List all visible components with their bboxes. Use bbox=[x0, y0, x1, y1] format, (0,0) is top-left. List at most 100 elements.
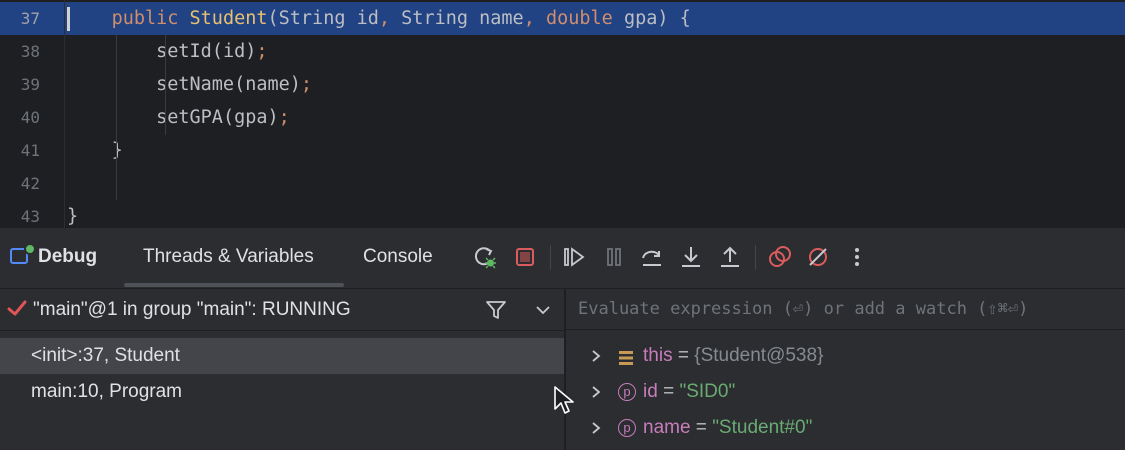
indent-guide bbox=[116, 35, 117, 200]
code-line[interactable]: 41 } bbox=[0, 134, 1125, 167]
toolbar-separator bbox=[550, 245, 551, 270]
variable-value: {Student@538} bbox=[694, 345, 824, 366]
stack-frame-label: main:10, Program bbox=[31, 381, 183, 402]
gutter-divider bbox=[64, 0, 65, 228]
variables-panel: this = {Student@538} p id = "SID0" p name = … bbox=[566, 289, 1125, 450]
code-token: } bbox=[111, 140, 123, 161]
variable-name: name bbox=[643, 417, 691, 438]
code-line[interactable]: 38 setId(id); bbox=[0, 35, 1125, 68]
code-line-current[interactable]: 37 public Student(String id, String name… bbox=[0, 2, 1125, 35]
code-line[interactable]: 42 bbox=[0, 167, 1125, 200]
code-token: (id) bbox=[211, 41, 257, 62]
field-list-icon bbox=[616, 345, 638, 367]
line-number[interactable]: 37 bbox=[0, 2, 40, 35]
code-token: id bbox=[345, 8, 379, 29]
code-editor[interactable]: 37 public Student(String id, String name… bbox=[0, 0, 1125, 228]
rerun-button[interactable] bbox=[470, 242, 500, 272]
chevron-right-icon[interactable] bbox=[588, 348, 604, 364]
line-number[interactable]: 39 bbox=[0, 68, 40, 101]
code-token: double bbox=[545, 8, 613, 29]
code-text: setId(id); bbox=[67, 35, 268, 68]
code-token: (name) bbox=[234, 74, 301, 95]
step-out-icon bbox=[721, 246, 739, 267]
stack-frame-item[interactable]: <init>:37, Student bbox=[0, 338, 564, 374]
parameter-badge: p bbox=[618, 383, 636, 401]
code-token: public bbox=[111, 8, 190, 29]
code-token: , bbox=[378, 8, 402, 29]
chevron-right-icon[interactable] bbox=[588, 420, 604, 436]
code-token: (gpa) bbox=[222, 107, 279, 128]
code-token: setName bbox=[156, 74, 235, 95]
pause-button[interactable] bbox=[599, 242, 629, 272]
code-line[interactable]: 40 setGPA(gpa); bbox=[0, 101, 1125, 134]
debug-toolbar: Debug Threads & Variables Console bbox=[0, 228, 1125, 289]
line-number[interactable]: 40 bbox=[0, 101, 40, 134]
line-number[interactable]: 42 bbox=[0, 167, 40, 200]
pause-icon bbox=[607, 248, 621, 266]
mute-breakpoints-button[interactable] bbox=[803, 242, 833, 272]
code-line[interactable]: 43} bbox=[0, 200, 1125, 228]
line-number[interactable]: 38 bbox=[0, 35, 40, 68]
view-breakpoints-button[interactable] bbox=[765, 242, 795, 272]
line-number[interactable]: 41 bbox=[0, 134, 40, 167]
code-text: public Student(String id, String name, d… bbox=[67, 2, 691, 35]
active-tab-indicator bbox=[124, 283, 344, 287]
code-token: setGPA bbox=[156, 107, 223, 128]
checkmark-icon bbox=[7, 300, 27, 316]
variable-item[interactable]: p name = "Student#0" bbox=[566, 410, 1125, 446]
evaluate-expression-input[interactable] bbox=[566, 289, 1125, 330]
variable-equals: = bbox=[690, 417, 713, 438]
code-text: setName(name); bbox=[67, 68, 312, 101]
variable-name: this bbox=[643, 345, 673, 366]
step-over-button[interactable] bbox=[637, 242, 667, 272]
stop-icon bbox=[516, 248, 534, 266]
debug-title-label: Debug bbox=[38, 246, 98, 267]
step-out-button[interactable] bbox=[715, 242, 745, 272]
code-token: ) { bbox=[657, 8, 691, 29]
more-options-button[interactable] bbox=[842, 242, 872, 272]
running-status-dot bbox=[24, 243, 36, 255]
chevron-right-icon[interactable] bbox=[588, 384, 604, 400]
code-token: String bbox=[401, 8, 468, 29]
line-number[interactable]: 43 bbox=[0, 200, 40, 228]
parameter-icon: p bbox=[616, 417, 638, 439]
resume-button[interactable] bbox=[559, 242, 589, 272]
variable-item[interactable]: p id = "SID0" bbox=[566, 374, 1125, 410]
variable-item[interactable]: this = {Student@538} bbox=[566, 338, 1125, 374]
variable-name: id bbox=[643, 381, 658, 402]
code-token: ; bbox=[278, 107, 290, 128]
view-breakpoints-icon bbox=[769, 246, 791, 267]
rerun-icon bbox=[474, 247, 496, 269]
tab-threads-variables[interactable]: Threads & Variables bbox=[143, 228, 314, 288]
code-text: } bbox=[67, 200, 78, 228]
variable-entry: id = "SID0" bbox=[643, 374, 735, 410]
chevron-down-icon[interactable] bbox=[534, 301, 552, 319]
code-token: Student bbox=[189, 8, 268, 29]
tab-console[interactable]: Console bbox=[363, 228, 433, 288]
step-into-button[interactable] bbox=[676, 242, 706, 272]
code-line[interactable]: 39 setName(name); bbox=[0, 68, 1125, 101]
step-into-icon bbox=[682, 247, 700, 267]
code-token: ; bbox=[256, 41, 268, 62]
parameter-icon: p bbox=[616, 381, 638, 403]
variable-equals: = bbox=[657, 381, 680, 402]
variable-value: "Student#0" bbox=[712, 417, 813, 438]
variable-entry: this = {Student@538} bbox=[643, 338, 823, 374]
resume-icon bbox=[564, 247, 585, 267]
code-token: name bbox=[468, 8, 524, 29]
indent-guide bbox=[165, 35, 166, 135]
stack-frame-item[interactable]: main:10, Program bbox=[0, 374, 564, 410]
step-over-icon bbox=[642, 250, 661, 266]
variable-entry: name = "Student#0" bbox=[643, 410, 812, 446]
mouse-cursor-icon bbox=[554, 386, 574, 414]
code-token: ( bbox=[267, 8, 279, 29]
stop-button[interactable] bbox=[510, 242, 540, 272]
frames-panel: "main"@1 in group "main": RUNNING <init>… bbox=[0, 289, 564, 450]
filter-icon[interactable] bbox=[484, 298, 508, 322]
parameter-badge: p bbox=[618, 419, 636, 437]
debug-tool-window-title[interactable]: Debug bbox=[10, 228, 97, 288]
code-token: , bbox=[523, 8, 546, 29]
code-token: gpa bbox=[612, 8, 658, 29]
code-text: setGPA(gpa); bbox=[67, 101, 290, 134]
thread-selector[interactable]: "main"@1 in group "main": RUNNING bbox=[0, 289, 564, 331]
